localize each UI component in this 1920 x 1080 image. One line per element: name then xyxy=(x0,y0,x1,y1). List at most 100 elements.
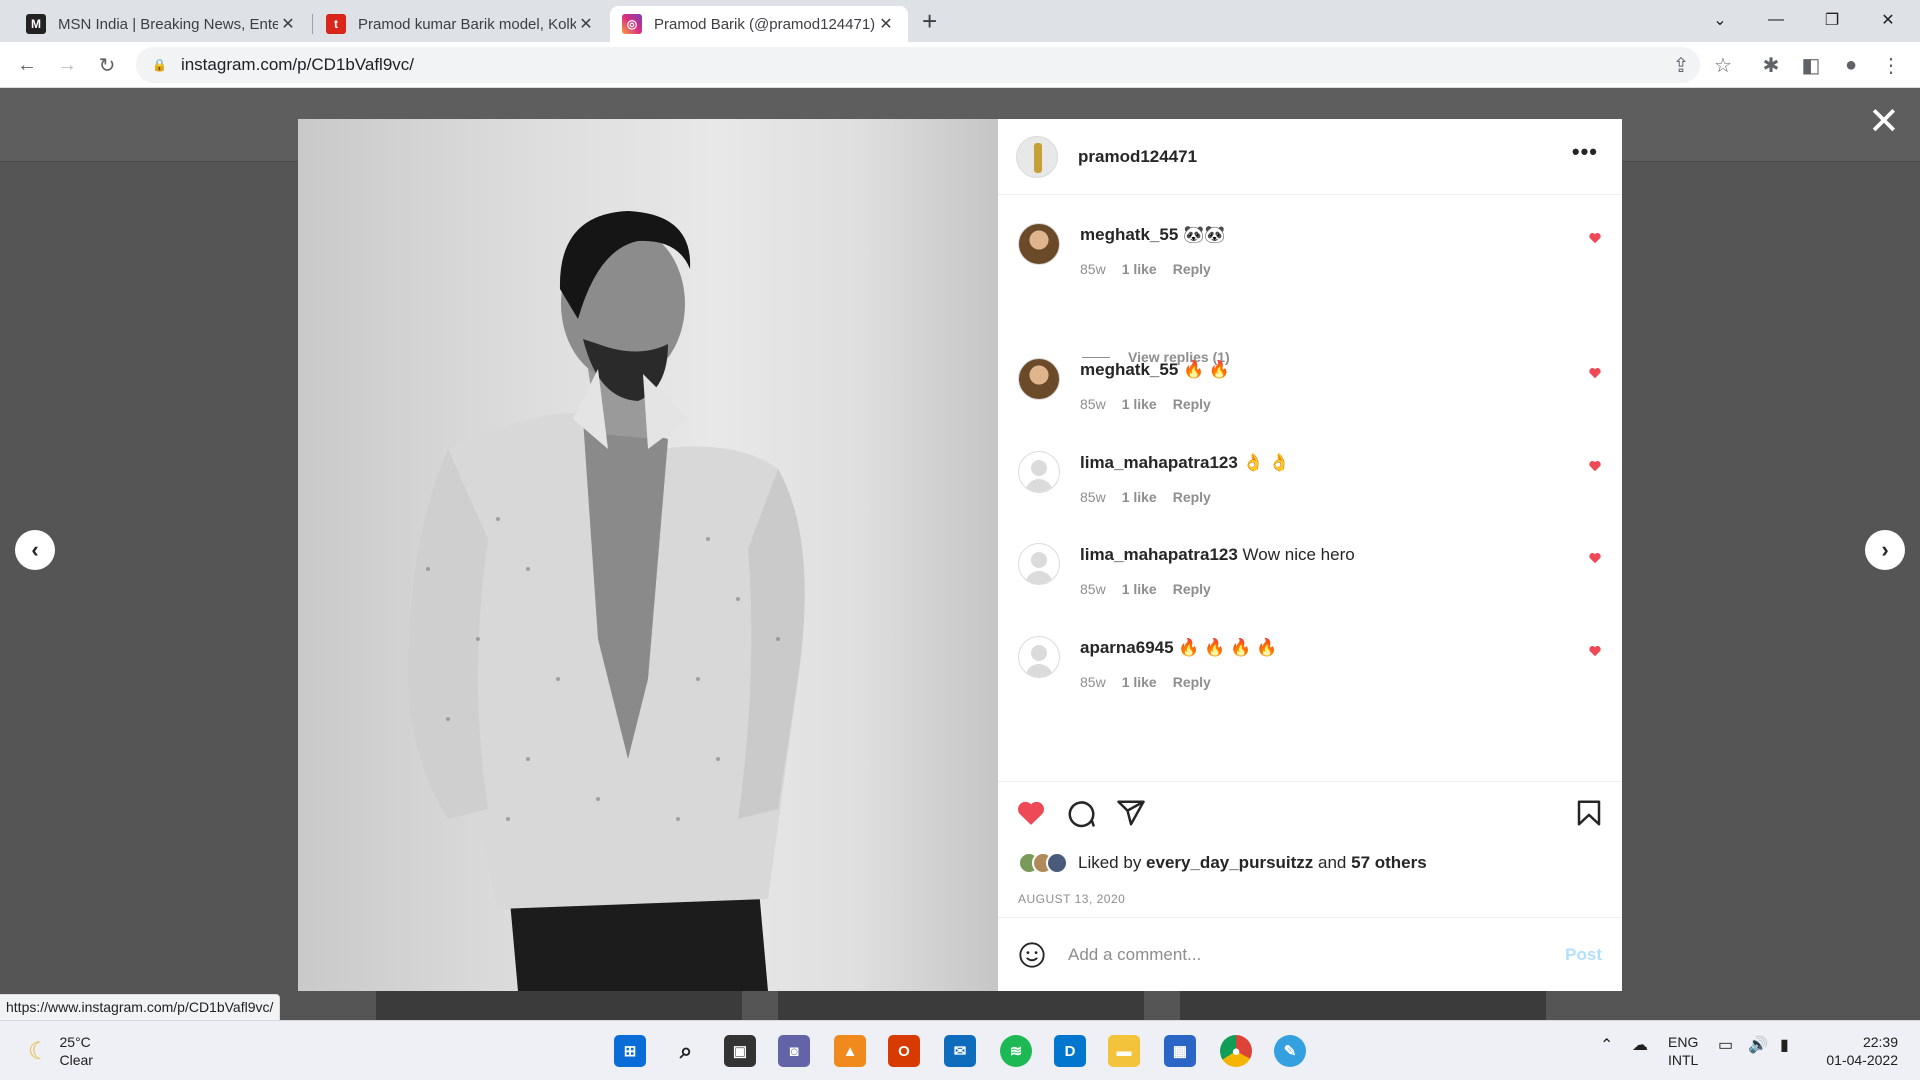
post-date[interactable]: AUGUST 13, 2020 xyxy=(1018,892,1125,906)
forward-arrow-icon[interactable]: → xyxy=(54,52,80,78)
next-post-arrow-icon[interactable]: › xyxy=(1865,530,1905,570)
paint-icon[interactable]: ✎ xyxy=(1274,1035,1306,1067)
liked-by-and: and xyxy=(1313,853,1352,872)
modal-close-icon[interactable]: ✕ xyxy=(1868,103,1900,141)
post-actions: Liked by every_day_pursuitzz and 57 othe… xyxy=(998,781,1622,917)
owner-username[interactable]: pramod124471 xyxy=(1078,147,1197,167)
comment-like-heart-icon[interactable] xyxy=(1588,231,1602,245)
commenter-avatar[interactable] xyxy=(1018,636,1060,678)
address-url[interactable]: instagram.com/p/CD1bVafl9vc/ xyxy=(181,55,414,75)
comment-bubble-icon[interactable] xyxy=(1066,798,1096,828)
volume-icon[interactable]: 🔊 xyxy=(1748,1035,1768,1055)
chrome-menu-icon[interactable]: ⋮ xyxy=(1878,52,1904,78)
input-language[interactable]: ENG INTL xyxy=(1668,1033,1698,1069)
emoji-smiley-icon[interactable] xyxy=(1018,941,1046,969)
display-icon[interactable]: ▭ xyxy=(1718,1035,1733,1055)
comment-username[interactable]: lima_mahapatra123 xyxy=(1080,453,1238,472)
search-icon[interactable]: ⌕ xyxy=(670,1035,702,1067)
minimize-icon[interactable]: — xyxy=(1748,0,1804,40)
comment-text: Wow nice hero xyxy=(1237,545,1355,564)
comment-age[interactable]: 85w xyxy=(1080,674,1106,690)
vlc-icon[interactable]: ▲ xyxy=(834,1035,866,1067)
post-photo[interactable] xyxy=(298,119,998,991)
microsoft-store-icon[interactable]: ▦ xyxy=(1164,1035,1196,1067)
reply-button[interactable]: Reply xyxy=(1173,489,1211,505)
comment-username[interactable]: lima_mahapatra123 xyxy=(1080,545,1238,564)
grid-thumbnail[interactable] xyxy=(778,990,1144,1020)
comment-like-heart-icon[interactable] xyxy=(1588,366,1602,380)
comment-likes[interactable]: 1 like xyxy=(1122,674,1157,690)
share-paper-plane-icon[interactable] xyxy=(1116,798,1146,828)
more-options-icon[interactable]: ••• xyxy=(1572,139,1598,165)
comment-likes[interactable]: 1 like xyxy=(1122,489,1157,505)
weather-widget[interactable]: ☾ 25°C Clear xyxy=(28,1033,93,1069)
comment-age[interactable]: 85w xyxy=(1080,581,1106,597)
show-hidden-icons-chevron-icon[interactable]: ⌃ xyxy=(1600,1035,1613,1055)
windows-start-icon[interactable]: ⊞ xyxy=(614,1035,646,1067)
comment-input[interactable]: Add a comment... xyxy=(1068,945,1565,965)
tab-instagram[interactable]: ◎ Pramod Barik (@pramod124471) ✕ xyxy=(610,6,908,42)
commenter-avatar[interactable] xyxy=(1018,358,1060,400)
share-icon[interactable]: ⇪ xyxy=(1668,52,1694,78)
comment-username[interactable]: meghatk_55 xyxy=(1080,225,1178,244)
new-tab-plus-icon[interactable]: + xyxy=(922,6,937,36)
battery-icon[interactable]: ▮ xyxy=(1780,1035,1789,1055)
window-close-icon[interactable]: ✕ xyxy=(1860,0,1916,40)
address-bar[interactable]: 🔒 instagram.com/p/CD1bVafl9vc/ xyxy=(136,47,1700,83)
mail-icon[interactable]: ✉ xyxy=(944,1035,976,1067)
comment-like-heart-icon[interactable] xyxy=(1588,459,1602,473)
file-explorer-icon[interactable]: ▬ xyxy=(1108,1035,1140,1067)
commenter-avatar[interactable] xyxy=(1018,223,1060,265)
save-bookmark-icon[interactable] xyxy=(1574,798,1604,828)
teams-chat-icon[interactable]: ◙ xyxy=(778,1035,810,1067)
comment-likes[interactable]: 1 like xyxy=(1122,581,1157,597)
owner-avatar[interactable] xyxy=(1016,135,1058,178)
comment-age[interactable]: 85w xyxy=(1080,489,1106,505)
liker-avatar[interactable] xyxy=(1046,852,1068,874)
reply-button[interactable]: Reply xyxy=(1173,674,1211,690)
tab-pramod-kumar-barik[interactable]: t Pramod kumar Barik model, Kolk ✕ xyxy=(314,6,608,42)
previous-post-arrow-icon[interactable]: ‹ xyxy=(15,530,55,570)
commenter-avatar[interactable] xyxy=(1018,451,1060,493)
restore-icon[interactable]: ❐ xyxy=(1804,0,1860,40)
grid-thumbnail[interactable] xyxy=(376,990,742,1020)
comment-text: 🔥 🔥 🔥 🔥 xyxy=(1173,638,1278,657)
tab-search-chevron-icon[interactable]: ⌄ xyxy=(1692,0,1748,40)
office-icon[interactable]: O xyxy=(888,1035,920,1067)
grid-thumbnail[interactable] xyxy=(1180,990,1546,1020)
reply-button[interactable]: Reply xyxy=(1173,396,1211,412)
profile-avatar-icon[interactable]: ● xyxy=(1838,52,1864,78)
liked-by-others[interactable]: 57 others xyxy=(1351,853,1427,872)
close-tab-icon[interactable]: ✕ xyxy=(876,14,896,34)
close-tab-icon[interactable]: ✕ xyxy=(576,14,596,34)
comment-username[interactable]: aparna6945 xyxy=(1080,638,1174,657)
comment-username[interactable]: meghatk_55 xyxy=(1080,360,1178,379)
comment-like-heart-icon[interactable] xyxy=(1588,551,1602,565)
like-heart-icon[interactable] xyxy=(1016,798,1046,828)
side-panel-icon[interactable]: ◧ xyxy=(1798,52,1824,78)
comment-age[interactable]: 85w xyxy=(1080,396,1106,412)
close-tab-icon[interactable]: ✕ xyxy=(278,14,298,34)
bookmark-star-icon[interactable]: ☆ xyxy=(1710,52,1736,78)
reply-button[interactable]: Reply xyxy=(1173,261,1211,277)
system-clock[interactable]: 22:39 01-04-2022 xyxy=(1818,1033,1898,1069)
comment-like-heart-icon[interactable] xyxy=(1588,644,1602,658)
extensions-puzzle-icon[interactable]: ✱ xyxy=(1758,52,1784,78)
network-alert-icon[interactable]: ☁ xyxy=(1632,1035,1648,1055)
reload-icon[interactable]: ↻ xyxy=(94,52,120,78)
commenter-avatar[interactable] xyxy=(1018,543,1060,585)
chrome-taskbar-icon[interactable]: ● xyxy=(1220,1035,1252,1067)
liked-by-user[interactable]: every_day_pursuitzz xyxy=(1146,853,1313,872)
clock-date: 01-04-2022 xyxy=(1826,1052,1898,1068)
spotify-icon[interactable]: ≋ xyxy=(1000,1035,1032,1067)
comment-age[interactable]: 85w xyxy=(1080,261,1106,277)
lock-icon[interactable]: 🔒 xyxy=(152,58,167,72)
dell-icon[interactable]: D xyxy=(1054,1035,1086,1067)
reply-button[interactable]: Reply xyxy=(1173,581,1211,597)
comment-likes[interactable]: 1 like xyxy=(1122,261,1157,277)
tab-msn[interactable]: M MSN India | Breaking News, Enter ✕ xyxy=(14,6,310,42)
back-arrow-icon[interactable]: ← xyxy=(14,52,40,78)
comment-likes[interactable]: 1 like xyxy=(1122,396,1157,412)
task-view-icon[interactable]: ▣ xyxy=(724,1035,756,1067)
post-comment-button[interactable]: Post xyxy=(1565,945,1602,965)
